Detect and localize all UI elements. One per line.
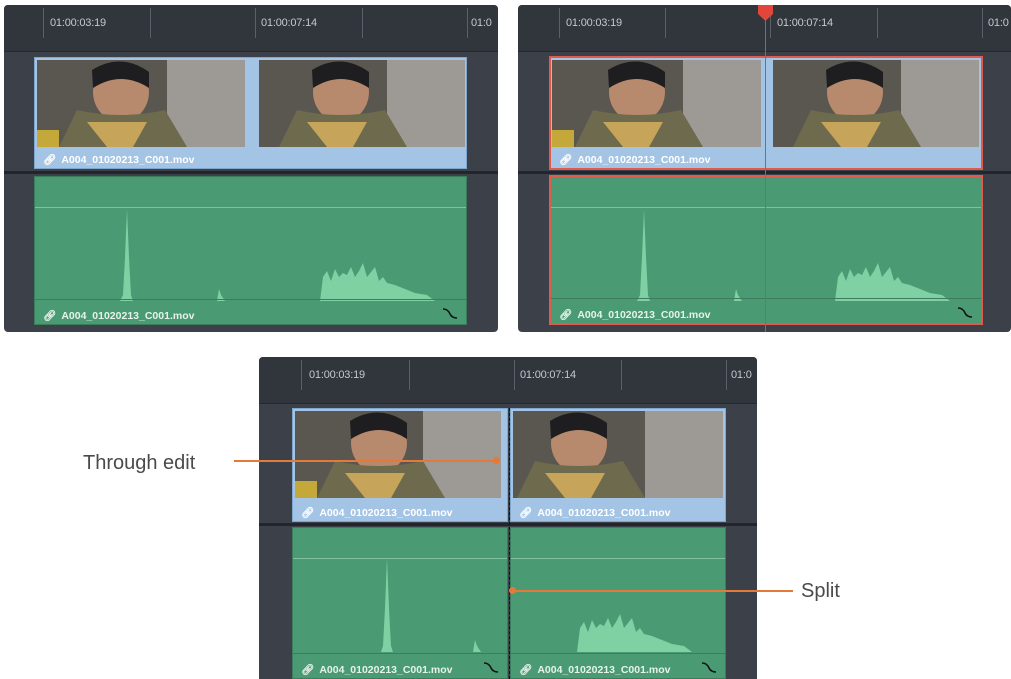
ruler-tick xyxy=(621,360,622,390)
timecode-label: 01:00:07:14 xyxy=(777,17,833,29)
link-icon: 🔗︎ xyxy=(43,154,57,166)
audio-waveform xyxy=(551,209,950,301)
ruler-tick xyxy=(409,360,410,390)
clip-label: 🔗︎ A004_01020213_C001.mov xyxy=(301,663,453,677)
clip-name: A004_01020213_C001.mov xyxy=(577,308,711,321)
through-edit-label: Through edit xyxy=(83,452,196,474)
fade-handle-icon[interactable] xyxy=(701,660,717,674)
video-clip-right[interactable]: 🔗︎ A004_01020213_C001.mov xyxy=(510,408,726,522)
ruler-tick xyxy=(559,8,560,38)
split-dot xyxy=(509,587,516,594)
clip-label: 🔗︎ A004_01020213_C001.mov xyxy=(43,153,195,167)
video-thumbnail xyxy=(295,411,501,498)
timecode-ruler[interactable]: 01:00:03:19 01:00:07:14 01:0 xyxy=(4,5,498,52)
clip-name: A004_01020213_C001.mov xyxy=(319,506,453,519)
ruler-tick xyxy=(255,8,256,38)
video-clip[interactable]: 🔗︎ A004_01020213_C001.mov xyxy=(34,57,467,169)
clip-name: A004_01020213_C001.mov xyxy=(319,663,453,676)
link-icon: 🔗︎ xyxy=(301,664,315,676)
clip-label: 🔗︎ A004_01020213_C001.mov xyxy=(301,506,453,520)
link-icon: 🔗︎ xyxy=(519,507,533,519)
video-thumbnail xyxy=(513,411,723,498)
ruler-tick xyxy=(362,8,363,38)
fade-handle-icon[interactable] xyxy=(442,306,458,320)
clip-name: A004_01020213_C001.mov xyxy=(537,663,671,676)
audio-clip-selected[interactable]: 🔗︎ A004_01020213_C001.mov xyxy=(549,175,983,325)
clip-label: 🔗︎ A004_01020213_C001.mov xyxy=(519,506,671,520)
through-edit-dot xyxy=(493,457,500,464)
clip-label: 🔗︎ A004_01020213_C001.mov xyxy=(519,663,671,677)
track-divider xyxy=(4,171,498,174)
clip-name: A004_01020213_C001.mov xyxy=(61,153,195,166)
ruler-tick xyxy=(665,8,666,38)
ruler-tick xyxy=(982,8,983,38)
playhead-line[interactable] xyxy=(765,13,766,332)
timecode-label: 01:0 xyxy=(988,17,1009,29)
ruler-tick xyxy=(150,8,151,38)
through-edit-marker[interactable] xyxy=(509,408,510,679)
video-thumbnail xyxy=(37,60,245,147)
audio-clip[interactable]: 🔗︎ A004_01020213_C001.mov xyxy=(34,176,467,325)
timecode-label: 01:00:03:19 xyxy=(566,17,622,29)
timecode-label: 01:0 xyxy=(731,369,752,381)
video-thumbnail xyxy=(773,60,979,147)
through-edit-leader xyxy=(234,460,496,462)
link-icon: 🔗︎ xyxy=(301,507,315,519)
ruler-tick xyxy=(726,360,727,390)
clip-label: 🔗︎ A004_01020213_C001.mov xyxy=(559,153,711,167)
clip-name: A004_01020213_C001.mov xyxy=(61,309,195,322)
clip-name: A004_01020213_C001.mov xyxy=(577,153,711,166)
playhead-marker[interactable] xyxy=(758,5,773,21)
clip-label: 🔗︎ A004_01020213_C001.mov xyxy=(43,309,195,323)
audio-clip-right[interactable]: 🔗︎ A004_01020213_C001.mov xyxy=(510,527,726,679)
ruler-tick xyxy=(467,8,468,38)
video-clip-selected[interactable]: 🔗︎ A004_01020213_C001.mov xyxy=(549,56,983,170)
timeline-panel-split: 01:00:03:19 01:00:07:14 01:0 🔗︎ A004_010… xyxy=(259,357,757,679)
timeline-panel-original: 01:00:03:19 01:00:07:14 01:0 🔗︎ A004_010… xyxy=(4,5,498,332)
clip-label: 🔗︎ A004_01020213_C001.mov xyxy=(559,308,711,322)
fade-handle-icon[interactable] xyxy=(957,305,973,319)
video-thumbnail xyxy=(259,60,465,147)
split-label: Split xyxy=(801,580,840,602)
timecode-label: 01:00:07:14 xyxy=(261,17,317,29)
fade-handle-icon[interactable] xyxy=(483,660,499,674)
video-clip-left[interactable]: 🔗︎ A004_01020213_C001.mov xyxy=(292,408,508,522)
link-icon: 🔗︎ xyxy=(43,310,57,322)
link-icon: 🔗︎ xyxy=(519,664,533,676)
audio-waveform xyxy=(35,209,435,301)
timecode-label: 01:00:03:19 xyxy=(50,17,106,29)
audio-clip-left[interactable]: 🔗︎ A004_01020213_C001.mov xyxy=(292,527,508,679)
timeline-panel-selected: 01:00:03:19 01:00:07:14 01:0 🔗︎ A004_010… xyxy=(518,5,1011,332)
audio-waveform xyxy=(293,558,481,652)
split-leader xyxy=(512,590,793,592)
ruler-tick xyxy=(301,360,302,390)
link-icon: 🔗︎ xyxy=(559,154,573,166)
ruler-tick xyxy=(43,8,44,38)
video-thumbnail xyxy=(552,60,761,147)
track-divider xyxy=(259,523,757,526)
timecode-label: 01:0 xyxy=(471,17,492,29)
clip-name: A004_01020213_C001.mov xyxy=(537,506,671,519)
timecode-label: 01:00:07:14 xyxy=(520,369,576,381)
ruler-tick xyxy=(877,8,878,38)
timecode-ruler[interactable]: 01:00:03:19 01:00:07:14 01:0 xyxy=(259,357,757,404)
timecode-label: 01:00:03:19 xyxy=(309,369,365,381)
ruler-tick xyxy=(514,360,515,390)
link-icon: 🔗︎ xyxy=(559,309,573,321)
